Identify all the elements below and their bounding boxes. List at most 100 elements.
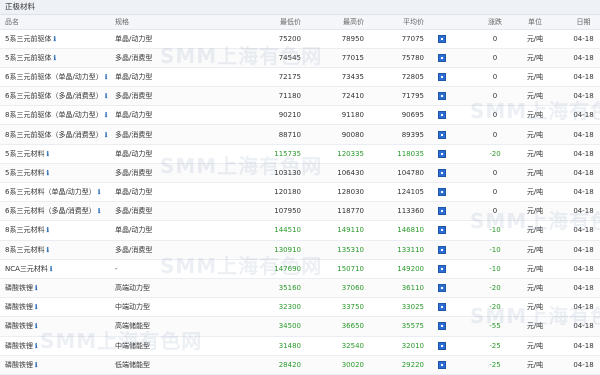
product-name: 磷酸铁锂 [5,341,33,350]
info-icon[interactable]: ℹ [53,35,55,43]
row-unit: 元/吨 [515,105,555,126]
chart-icon[interactable] [438,149,446,158]
product-name: NCA三元材料 [5,264,48,273]
product-name: 磷酸铁锂 [5,360,33,369]
row-spec: 多晶/消费型 [114,201,214,222]
price-panel: 正极材料 品名 规格 最低价 最高价 平均价 涨跌 单位 日期 5系三元前驱体 ℹ… [0,0,600,375]
row-chart-cell [427,240,475,260]
chart-icon[interactable] [438,72,446,81]
row-spec: 单晶/动力型 [114,67,214,88]
info-icon[interactable]: ℹ [53,54,55,62]
row-chart-cell [427,67,475,88]
table-row: 磷酸铁锂 ℹ 高端动力型 35160 37060 36110 -20 元/吨 04-18 [0,278,600,299]
table-row: 5系三元前驱体 ℹ 多晶/消费型 74545 77015 75780 0 元/吨 04-18 [0,48,600,68]
row-unit: 元/吨 [515,278,555,299]
row-min-price: 147690 [214,259,304,279]
table-row: 5系三元前驱体 ℹ 单晶/动力型 75200 78950 77075 0 元/吨 04-18 [0,29,600,49]
row-spec: 多晶/消费型 [114,240,214,260]
row-name: 磷酸铁锂 ℹ [0,316,114,337]
row-min-price: 107950 [214,201,304,222]
chart-icon[interactable] [438,360,446,369]
chart-icon[interactable] [438,245,446,254]
row-spec: 多晶/消费型 [114,124,214,145]
row-min-price: 71180 [214,86,304,107]
row-avg-price: 75780 [367,48,427,68]
table-row: 磷酸铁锂 ℹ 中端储能型 31480 32540 32010 -25 元/吨 04-18 [0,336,600,356]
row-unit: 元/吨 [515,29,555,49]
info-icon[interactable]: ℹ [35,322,37,330]
row-avg-price: 104780 [367,163,427,184]
row-unit: 元/吨 [515,316,555,337]
info-icon[interactable]: ℹ [35,342,37,350]
info-icon[interactable]: ℹ [35,361,37,369]
chart-icon[interactable] [438,53,446,62]
chart-icon[interactable] [438,111,446,120]
row-spec: 单晶/动力型 [114,144,214,164]
info-icon[interactable]: ℹ [105,92,107,100]
row-name: 磷酸铁锂 ℹ [0,297,114,318]
row-max-price: 72410 [304,86,367,107]
row-max-price: 30020 [304,355,367,375]
row-min-price: 90210 [214,105,304,126]
info-icon[interactable]: ℹ [35,303,37,311]
row-spec: 单晶/动力型 [114,182,214,203]
info-icon[interactable]: ℹ [98,188,100,196]
chart-icon[interactable] [438,284,446,293]
info-icon[interactable]: ℹ [50,265,52,273]
row-min-price: 115735 [214,144,304,164]
table-row: 8系三元前驱体（单晶/动力型） ℹ 单晶/动力型 90210 91180 90695 0 元/… [0,105,600,126]
row-name: 8系三元材料 ℹ [0,240,114,260]
chart-icon[interactable] [438,341,446,350]
chart-icon[interactable] [438,188,446,197]
row-name: 5系三元前驱体 ℹ [0,48,114,68]
row-date: 04-18 [555,278,600,299]
row-change: -25 [475,336,515,356]
chart-icon[interactable] [438,322,446,331]
info-icon[interactable]: ℹ [46,246,48,254]
header-chart-col [427,15,475,30]
chart-icon[interactable] [438,130,446,139]
chart-icon[interactable] [438,264,446,273]
info-icon[interactable]: ℹ [46,226,48,234]
row-chart-cell [427,278,475,299]
chart-icon[interactable] [438,92,446,101]
row-change: -25 [475,355,515,375]
product-name: 8系三元材料 [5,226,45,235]
row-name: 8系三元前驱体（多晶/消费型） ℹ [0,124,114,145]
info-icon[interactable]: ℹ [105,73,107,81]
chart-icon[interactable] [438,34,446,43]
row-chart-cell [427,163,475,184]
row-change: -10 [475,220,515,241]
info-icon[interactable]: ℹ [98,207,100,215]
row-name: 6系三元前驱体（单晶/动力型） ℹ [0,67,114,88]
row-change: 0 [475,124,515,145]
row-name: 磷酸铁锂 ℹ [0,278,114,299]
table-header: 品名 规格 最低价 最高价 平均价 涨跌 单位 日期 [0,15,600,30]
row-min-price: 28420 [214,355,304,375]
info-icon[interactable]: ℹ [46,169,48,177]
chart-icon[interactable] [438,226,446,235]
row-max-price: 91180 [304,105,367,126]
chart-icon[interactable] [438,207,446,216]
product-name: 5系三元材料 [5,168,45,177]
row-chart-cell [427,105,475,126]
table-row: 6系三元前驱体（单晶/动力型） ℹ 单晶/动力型 72175 73435 72805 0 元/… [0,67,600,88]
row-date: 04-18 [555,336,600,356]
chart-icon[interactable] [438,168,446,177]
header-spec: 规格 [114,15,214,30]
row-change: 0 [475,48,515,68]
row-spec: 多晶/消费型 [114,86,214,107]
info-icon[interactable]: ℹ [35,284,37,292]
row-max-price: 37060 [304,278,367,299]
row-name: 5系三元材料 ℹ [0,163,114,184]
row-unit: 元/吨 [515,163,555,184]
info-icon[interactable]: ℹ [105,131,107,139]
info-icon[interactable]: ℹ [46,150,48,158]
row-date: 04-18 [555,48,600,68]
row-unit: 元/吨 [515,48,555,68]
row-avg-price: 90695 [367,105,427,126]
row-max-price: 149110 [304,220,367,241]
chart-icon[interactable] [438,303,446,312]
header-name: 品名 [0,15,114,30]
info-icon[interactable]: ℹ [105,111,107,119]
